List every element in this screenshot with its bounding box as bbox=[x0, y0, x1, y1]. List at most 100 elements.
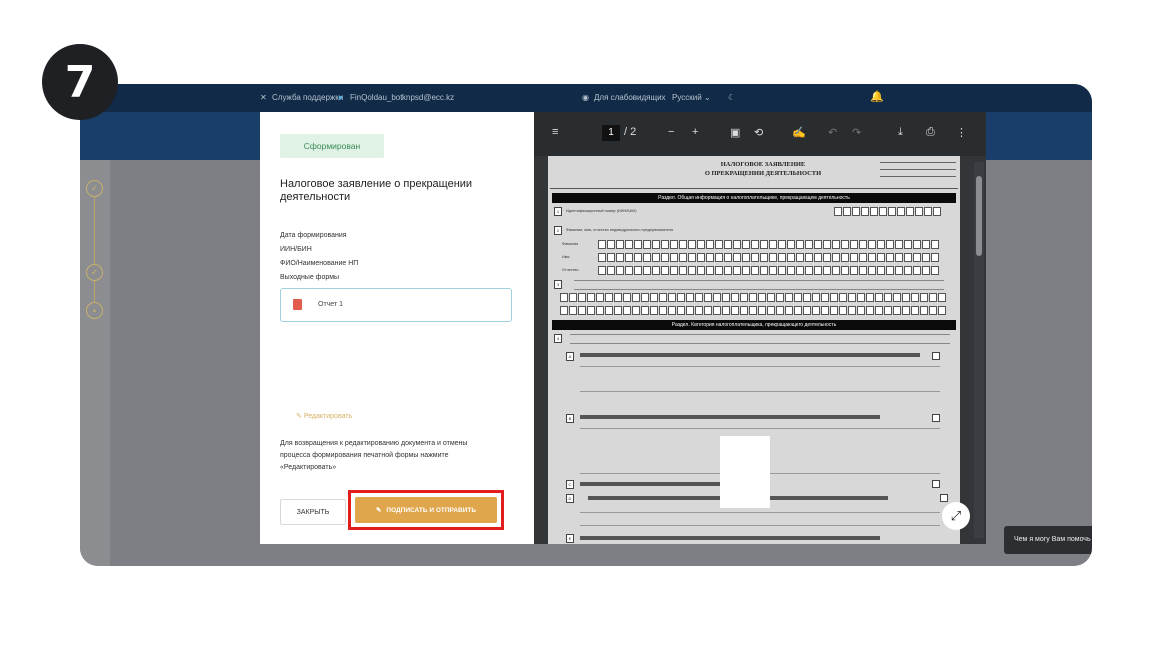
form-cell bbox=[740, 306, 748, 315]
form-cell bbox=[893, 306, 901, 315]
name-cells[interactable] bbox=[598, 253, 939, 262]
pdf-scrollbar[interactable] bbox=[974, 162, 984, 538]
fit-page-icon[interactable]: ▣ bbox=[730, 126, 740, 139]
document-title: Налоговое заявление о прекращении деятел… bbox=[280, 178, 473, 203]
more-icon[interactable]: ⋮ bbox=[956, 126, 967, 139]
bell-icon[interactable]: 🔔 bbox=[870, 90, 884, 103]
option-a: A bbox=[566, 352, 574, 361]
form-cell bbox=[697, 253, 705, 262]
email-link[interactable]: knpsd@ecc.kz bbox=[402, 93, 454, 102]
form-cell bbox=[904, 266, 912, 275]
patronymic-label: Отчество bbox=[562, 268, 579, 272]
form-cell bbox=[688, 266, 696, 275]
pdf-heading-line1: НАЛОГОВОЕ ЗАЯВЛЕНИЕ bbox=[720, 161, 806, 168]
scrollbar-thumb[interactable] bbox=[976, 176, 982, 256]
chevron-down-icon[interactable]: ⌄ bbox=[704, 93, 711, 102]
form-cell bbox=[857, 293, 865, 302]
form-cell bbox=[724, 253, 732, 262]
download-icon[interactable]: ⤓ bbox=[898, 126, 903, 139]
option-c-checkbox[interactable] bbox=[932, 480, 940, 488]
form-cell bbox=[879, 207, 887, 216]
form-cell bbox=[929, 293, 937, 302]
page-number-input[interactable]: 1 bbox=[602, 125, 620, 141]
row3-cells-a[interactable] bbox=[560, 293, 946, 302]
iin-cells[interactable] bbox=[834, 207, 941, 216]
eye-icon[interactable]: ◉ bbox=[582, 93, 589, 102]
patronymic-cells[interactable] bbox=[598, 266, 939, 275]
form-cell bbox=[823, 240, 831, 249]
support-label[interactable]: Служба поддержки bbox=[272, 93, 343, 102]
form-cell bbox=[870, 207, 878, 216]
form-cell bbox=[841, 240, 849, 249]
menu-icon[interactable]: ≡ bbox=[552, 126, 558, 138]
form-cell bbox=[805, 266, 813, 275]
form-cell bbox=[794, 306, 802, 315]
row3-cells-b[interactable] bbox=[560, 306, 946, 315]
form-cell bbox=[749, 306, 757, 315]
sign-and-send-button[interactable]: ✎ ПОДПИСАТЬ И ОТПРАВИТЬ bbox=[355, 497, 497, 523]
form-cell bbox=[713, 306, 721, 315]
form-cell bbox=[616, 266, 624, 275]
form-cell bbox=[823, 266, 831, 275]
form-cell bbox=[850, 266, 858, 275]
form-cell bbox=[697, 266, 705, 275]
close-button[interactable]: ЗАКРЫТЬ bbox=[280, 499, 346, 525]
option-b-checkbox[interactable] bbox=[932, 414, 940, 422]
form-cell bbox=[859, 266, 867, 275]
form-cell bbox=[722, 306, 730, 315]
form-cell bbox=[812, 293, 820, 302]
form-cell bbox=[704, 306, 712, 315]
form-cell bbox=[706, 253, 714, 262]
form-cell bbox=[787, 266, 795, 275]
bot-link[interactable]: FinQoldau_bot bbox=[350, 93, 402, 102]
form-cell bbox=[924, 207, 932, 216]
print-icon[interactable]: ⎙ bbox=[926, 126, 935, 139]
report-file[interactable]: Отчет 1 bbox=[280, 288, 512, 322]
option-d-checkbox[interactable] bbox=[940, 494, 948, 502]
surname-cells[interactable] bbox=[598, 240, 939, 249]
form-cell bbox=[596, 293, 604, 302]
step-check-icon: ✓ bbox=[86, 264, 103, 281]
expand-icon[interactable]: ⤢ bbox=[942, 502, 970, 530]
rotate-icon[interactable]: ⟲ bbox=[754, 126, 763, 139]
form-cell bbox=[794, 293, 802, 302]
form-cell bbox=[677, 306, 685, 315]
chat-widget[interactable]: Чем я могу Вам помочь bbox=[1004, 526, 1092, 554]
app-window: ✕ Служба поддержки ● FinQoldau_bot knpsd… bbox=[80, 84, 1092, 566]
form-cell bbox=[686, 293, 694, 302]
zoom-in-icon[interactable]: + bbox=[692, 126, 698, 138]
moon-icon[interactable]: ☾ bbox=[728, 93, 735, 102]
report-label[interactable]: Отчет 1 bbox=[318, 301, 343, 308]
form-cell bbox=[760, 240, 768, 249]
form-cell bbox=[913, 266, 921, 275]
language-select[interactable]: Русский bbox=[672, 93, 702, 102]
form-cell bbox=[740, 293, 748, 302]
form-cell bbox=[920, 306, 928, 315]
form-cell bbox=[587, 293, 595, 302]
form-cell bbox=[848, 293, 856, 302]
form-cell bbox=[715, 240, 723, 249]
name-label: Имя bbox=[562, 255, 570, 259]
form-cell bbox=[668, 306, 676, 315]
form-cell bbox=[902, 306, 910, 315]
close-x-icon[interactable]: ✕ bbox=[260, 93, 267, 102]
form-cell bbox=[830, 306, 838, 315]
annotate-icon[interactable]: ✍ bbox=[792, 126, 806, 139]
form-cell bbox=[823, 253, 831, 262]
row-number: 4 bbox=[554, 334, 562, 343]
undo-icon[interactable]: ↶ bbox=[828, 126, 837, 139]
row-number: 1 bbox=[554, 207, 562, 216]
zoom-out-icon[interactable]: − bbox=[668, 126, 674, 138]
form-cell bbox=[814, 253, 822, 262]
edit-label[interactable]: Редактировать bbox=[304, 413, 352, 420]
accessibility-link[interactable]: Для слабовидящих bbox=[594, 93, 666, 102]
form-cell bbox=[821, 293, 829, 302]
form-cell bbox=[877, 253, 885, 262]
form-cell bbox=[931, 240, 939, 249]
form-cell bbox=[922, 253, 930, 262]
option-a-checkbox[interactable] bbox=[932, 352, 940, 360]
edit-link[interactable]: ✎ Редактировать bbox=[296, 412, 352, 420]
redo-icon[interactable]: ↷ bbox=[852, 126, 861, 139]
field-output-forms: Выходные формы bbox=[280, 274, 340, 281]
form-cell bbox=[695, 306, 703, 315]
